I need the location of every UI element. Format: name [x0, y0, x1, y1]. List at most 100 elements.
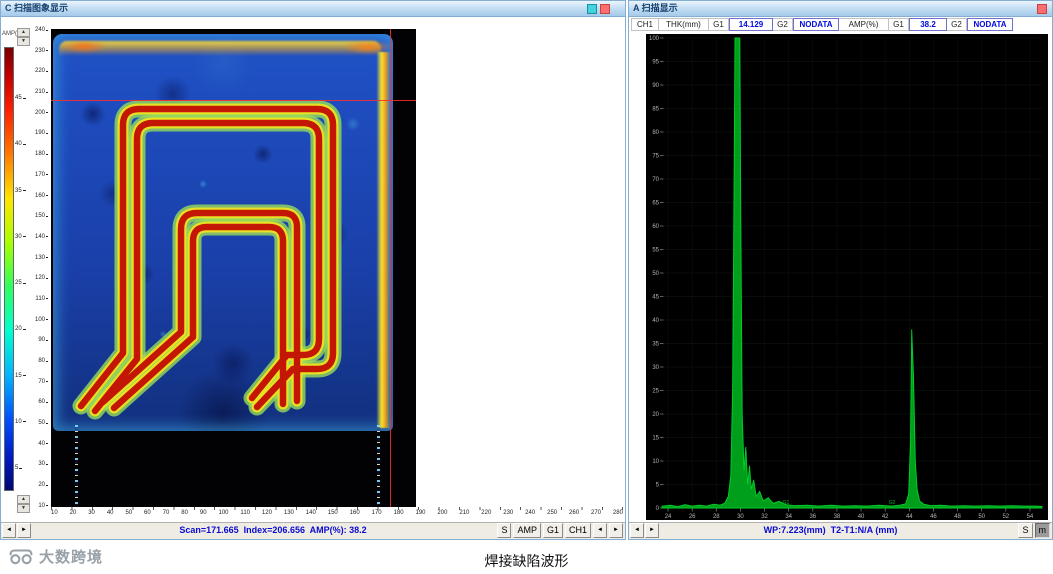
- index-ruler-label: 200: [29, 110, 48, 116]
- svg-text:32: 32: [761, 514, 768, 520]
- svg-text:44: 44: [906, 514, 913, 520]
- index-ruler-label: 140: [29, 234, 48, 240]
- cscan-titlebar: C 扫描图象显示: [1, 1, 625, 17]
- ascan-panel: A 扫描显示 CH1 THK(mm) G1 14.129 G2 NODATA AMP(%) G…: [628, 0, 1053, 540]
- scan-ruler-label: 60: [144, 510, 151, 516]
- svg-text:30: 30: [652, 365, 659, 371]
- cscan-panel-title: C 扫描图象显示: [5, 3, 69, 13]
- figure-caption: 焊接缺陷波形: [484, 555, 569, 570]
- ascan-s-button[interactable]: S: [1018, 523, 1033, 538]
- ascan-plot[interactable]: 0 5 10 15 20 25 30 35 40 45 50 55 60 65 70 75 80 85 90 95 10…: [646, 34, 1048, 520]
- cscan-amp-button[interactable]: AMP: [513, 523, 541, 538]
- ascan-scroll-right-icon[interactable]: ►: [645, 523, 659, 538]
- scan-ruler-label: 130: [283, 510, 294, 516]
- svg-text:46: 46: [930, 514, 937, 520]
- cscan-minimize-button[interactable]: [587, 4, 597, 14]
- svg-text:10: 10: [652, 459, 659, 465]
- ascan-scroll-left-icon[interactable]: ◄: [630, 523, 644, 538]
- svg-text:20: 20: [652, 412, 659, 418]
- cscan-close-button[interactable]: [600, 4, 610, 14]
- scan-ruler-label: 240: [525, 510, 536, 516]
- scan-ruler-label: 270: [590, 510, 601, 516]
- scan-ruler-label: 280: [612, 510, 623, 516]
- cscan-g1-button[interactable]: G1: [542, 523, 563, 538]
- svg-text:50: 50: [978, 514, 985, 520]
- svg-text:95: 95: [652, 60, 659, 66]
- amp-g2-label: G2: [947, 18, 967, 31]
- svg-text:5: 5: [656, 483, 660, 489]
- cscan-s-button[interactable]: S: [497, 523, 512, 538]
- index-ruler-label: 50: [29, 420, 48, 426]
- svg-text:75: 75: [652, 154, 659, 160]
- index-cursor-line[interactable]: [51, 100, 416, 101]
- amp-g2-value: NODATA: [967, 18, 1013, 31]
- cscan-prev-icon[interactable]: ◄: [593, 523, 607, 538]
- amp-label: AMP(%): [839, 18, 889, 31]
- svg-text:42: 42: [882, 514, 889, 520]
- scan-cursor-line[interactable]: [390, 29, 391, 507]
- svg-text:26: 26: [689, 514, 696, 520]
- index-ruler-label: 220: [29, 68, 48, 74]
- ascan-m-button[interactable]: m: [1034, 523, 1050, 538]
- svg-text:55: 55: [652, 248, 659, 254]
- amplitude-colorbar: [4, 47, 14, 491]
- index-ruler-label: 10: [29, 503, 48, 509]
- index-ruler-label: 110: [29, 296, 48, 302]
- thk-g2-value: NODATA: [793, 18, 839, 31]
- svg-text:80: 80: [652, 130, 659, 136]
- svg-text:65: 65: [652, 201, 659, 207]
- svg-text:48: 48: [954, 514, 961, 520]
- index-ruler-label: 130: [29, 255, 48, 261]
- ascan-readout-text: WP:7.223(mm) T2-T1:N/A (mm): [763, 525, 898, 535]
- scan-ruler-label: 30: [88, 510, 95, 516]
- index-ruler-label: 160: [29, 193, 48, 199]
- scan-ruler-label: 180: [393, 510, 404, 516]
- cscan-next-icon[interactable]: ►: [609, 523, 623, 538]
- svg-text:15: 15: [652, 436, 659, 442]
- cscan-indication-column-left: [75, 425, 78, 505]
- cscan-readout-text: Scan=171.665 Index=206.656 AMP(%): 38.2: [179, 525, 367, 535]
- scan-ruler-label: 90: [199, 510, 207, 516]
- index-ruler-label: 90: [29, 337, 48, 343]
- svg-text:0: 0: [656, 506, 660, 512]
- svg-text:54: 54: [1027, 514, 1034, 520]
- scan-ruler-label: 20: [69, 510, 77, 516]
- index-ruler-label: 240: [29, 27, 48, 33]
- scan-ruler-label: 260: [569, 510, 580, 516]
- cscan-image[interactable]: [51, 29, 416, 507]
- index-ruler-label: 120: [29, 275, 48, 281]
- index-ruler-label: 150: [29, 213, 48, 219]
- scan-ruler-label: 170: [371, 510, 382, 516]
- svg-text:28: 28: [713, 514, 720, 520]
- cscan-ch1-button[interactable]: CH1: [564, 523, 591, 538]
- index-ruler-label: 20: [29, 482, 48, 488]
- amp-g1-label: G1: [889, 18, 909, 31]
- ascan-close-button[interactable]: [1037, 4, 1047, 14]
- cscan-indication-column-right: [377, 425, 380, 505]
- ascan-titlebar: A 扫描显示: [629, 1, 1052, 17]
- ascan-statusbar: ◄ ► WP:7.223(mm) T2-T1:N/A (mm) S m: [629, 522, 1052, 539]
- scan-ruler-label: 10: [51, 510, 58, 516]
- ascan-panel-title: A 扫描显示: [633, 3, 678, 13]
- index-ruler-label: 70: [29, 379, 48, 385]
- thk-g1-label: G1: [709, 18, 729, 31]
- index-ruler-label: 230: [29, 48, 48, 54]
- cscan-scroll-right-icon[interactable]: ►: [17, 523, 31, 538]
- scan-ruler-label: 100: [218, 510, 229, 516]
- thk-g1-value: 14.129: [729, 18, 773, 31]
- svg-text:G1: G1: [783, 500, 790, 506]
- scan-ruler-label: 140: [305, 510, 316, 516]
- scan-ruler-label: 230: [503, 510, 514, 516]
- cscan-scroll-left-icon[interactable]: ◄: [2, 523, 16, 538]
- amp-g1-value: 38.2: [909, 18, 947, 31]
- scan-ruler-label: 110: [240, 510, 250, 516]
- svg-text:45: 45: [652, 295, 659, 301]
- svg-text:25: 25: [652, 389, 659, 395]
- index-ruler-label: 80: [29, 358, 48, 364]
- svg-text:35: 35: [652, 342, 659, 348]
- index-ruler-label: 40: [29, 441, 48, 447]
- scan-ruler-label: 210: [459, 510, 470, 516]
- ch1-label: CH1: [631, 18, 659, 31]
- cscan-statusbar: ◄ ► Scan=171.665 Index=206.656 AMP(%): 3…: [1, 522, 625, 539]
- svg-text:36: 36: [809, 514, 816, 520]
